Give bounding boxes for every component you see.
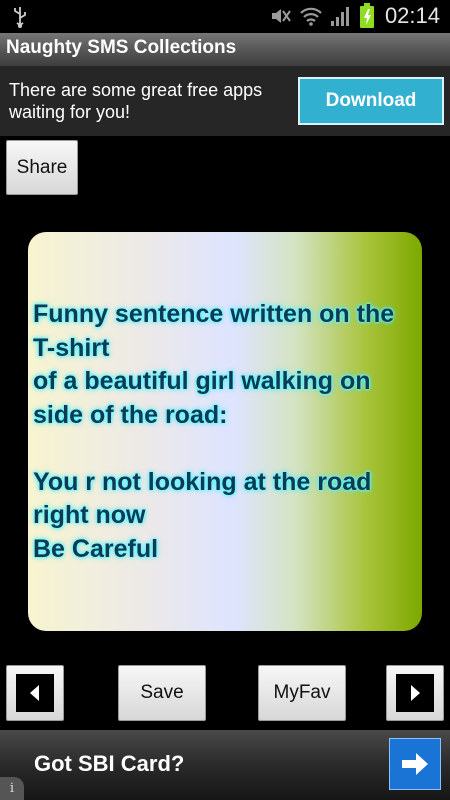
save-button[interactable]: Save [118,665,206,721]
app-title: Naughty SMS Collections [6,37,237,58]
bottom-ad-banner[interactable]: Got SBI Card? [0,730,450,800]
info-icon[interactable]: i [0,777,24,800]
arrow-right-icon [402,753,428,775]
previous-button[interactable] [6,665,64,721]
next-button[interactable] [386,665,444,721]
status-bar: 02:14 [0,0,450,33]
sms-card: Funny sentence written on the T-shirt of… [28,232,422,631]
wifi-icon [300,7,322,26]
status-time: 02:14 [384,3,440,28]
ad-text: There are some great free apps waiting f… [9,80,263,122]
sms-text: Funny sentence written on the T-shirt of… [33,300,395,563]
usb-icon [14,7,26,28]
bottom-ad-text: Got SBI Card? [34,751,185,776]
signal-icon [330,7,349,26]
download-button[interactable]: Download [298,77,444,125]
battery-icon [359,3,374,28]
right-triangle-icon [396,674,434,712]
share-button[interactable]: Share [6,140,78,195]
title-bar: Naughty SMS Collections [0,33,450,66]
ad-arrow-button[interactable] [389,738,441,790]
mute-icon [271,9,291,23]
myfav-button[interactable]: MyFav [258,665,346,721]
left-triangle-icon [16,674,54,712]
